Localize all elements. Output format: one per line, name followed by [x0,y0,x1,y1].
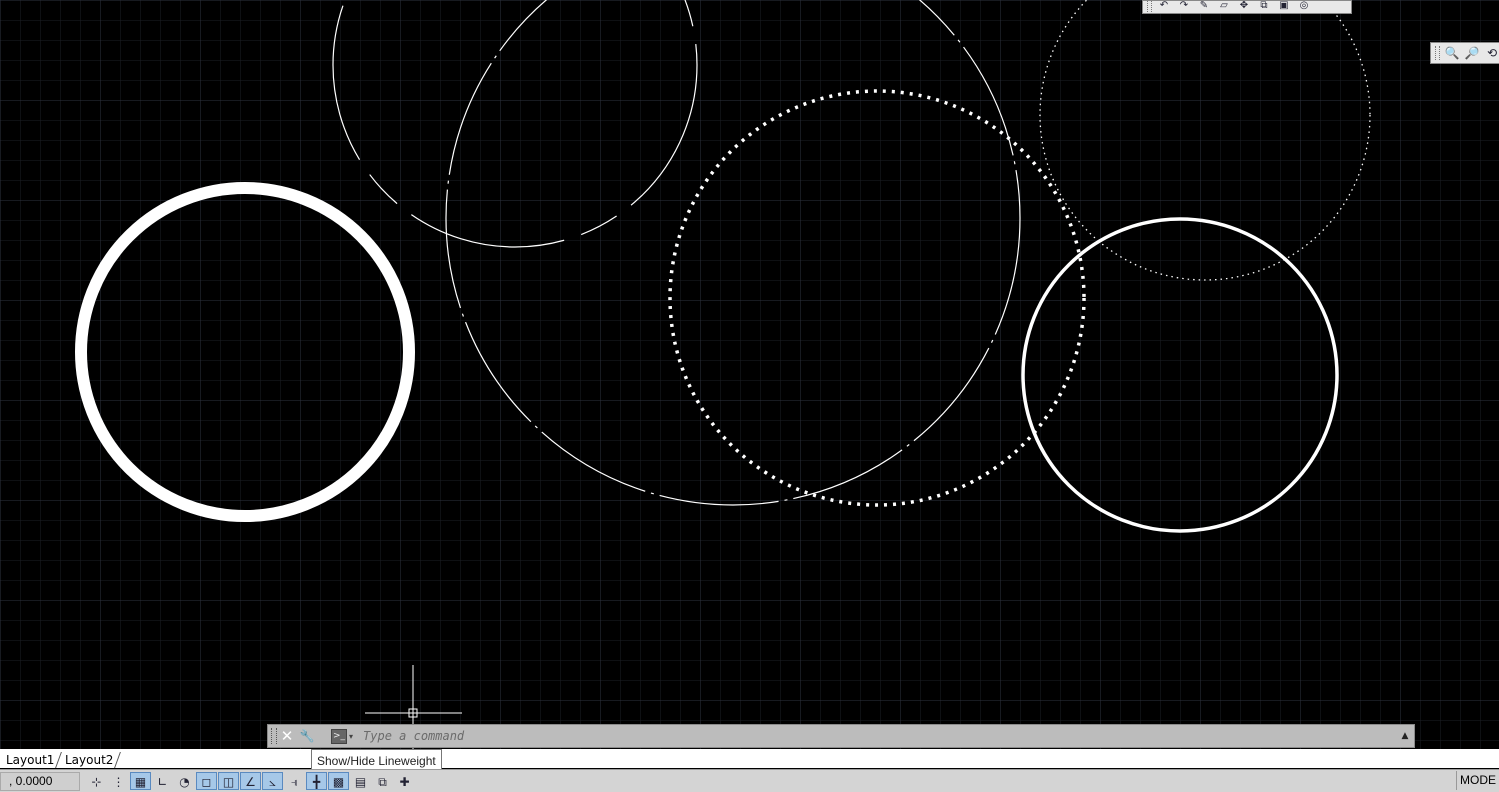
3d-object-snap-icon[interactable]: ◫ [218,772,239,790]
ortho-mode-icon[interactable]: ∟ [152,772,173,790]
selection-cycling-icon[interactable]: ⧉ [372,772,393,790]
zoom-window-icon[interactable]: 🔍 [1444,46,1460,60]
grid-display-icon[interactable]: ▦ [130,772,151,790]
status-toggles: ⊹ ⋮ ▦ ∟ ◔ ◻ ◫ ∠ ⦣ ⫣ ╋ ▩ ▤ ⧉ ✚ [86,772,415,790]
polar-tracking-icon[interactable]: ◔ [174,772,195,790]
tab-label: Layout1 [6,753,55,767]
mode-label[interactable]: MODE [1456,771,1499,790]
grid [0,0,1499,750]
copy-icon[interactable]: ⧉ [1256,1,1272,11]
erase-icon[interactable]: ▱ [1216,1,1232,11]
undo-icon[interactable]: ↶ [1156,1,1172,11]
command-prompt-icon[interactable]: >_ [331,728,347,744]
zoom-previous-icon[interactable]: 🔎 [1464,46,1480,60]
chevron-down-icon[interactable]: ▾ [349,732,353,741]
modify-toolbar: ↶ ↷ ✎ ▱ ✥ ⧉ ▣ ◎ [1142,0,1352,14]
status-bar: , 0.0000 ⊹ ⋮ ▦ ∟ ◔ ◻ ◫ ∠ ⦣ ⫣ ╋ ▩ ▤ ⧉ ✚ MODE [0,769,1499,792]
zoom-realtime-icon[interactable]: ⟲ [1484,46,1499,60]
dynamic-input-icon[interactable]: ⫣ [284,772,305,790]
snap-mode-icon[interactable]: ⋮ [108,772,129,790]
transparency-icon[interactable]: ▩ [328,772,349,790]
object-snap-tracking-icon[interactable]: ∠ [240,772,261,790]
object-snap-icon[interactable]: ◻ [196,772,217,790]
redo-icon[interactable]: ↷ [1176,1,1192,11]
drawing-canvas[interactable] [0,0,1499,750]
annotation-monitor-icon[interactable]: ✚ [394,772,415,790]
tab-layout1[interactable]: Layout1 [0,752,63,768]
toolbar-grip[interactable] [1435,46,1440,60]
coordinates-display[interactable]: , 0.0000 [0,771,80,791]
command-line: ✕ 🔧 >_ ▾ ▲ [267,724,1415,748]
command-history-icon[interactable]: ▲ [1396,731,1414,741]
command-input[interactable] [361,728,1396,744]
layout-tabs: Layout1 Layout2 [0,749,1499,768]
tab-label: Layout2 [65,753,114,767]
move-icon[interactable]: ✥ [1236,1,1252,11]
dynamic-ucs-icon[interactable]: ⦣ [262,772,283,790]
layer-icon[interactable]: ◎ [1296,1,1312,11]
properties-icon[interactable]: ▣ [1276,1,1292,11]
quick-properties-icon[interactable]: ▤ [350,772,371,790]
infer-constraints-icon[interactable]: ⊹ [86,772,107,790]
toolbar-grip[interactable] [1147,1,1152,13]
close-icon[interactable]: ✕ [277,726,297,746]
tab-layout2[interactable]: Layout2 [56,752,122,768]
zoom-toolbar: 🔍 🔎 ⟲ [1430,42,1499,64]
lineweight-icon[interactable]: ╋ [306,772,327,790]
wrench-icon[interactable]: 🔧 [297,726,317,746]
match-properties-icon[interactable]: ✎ [1196,1,1212,11]
